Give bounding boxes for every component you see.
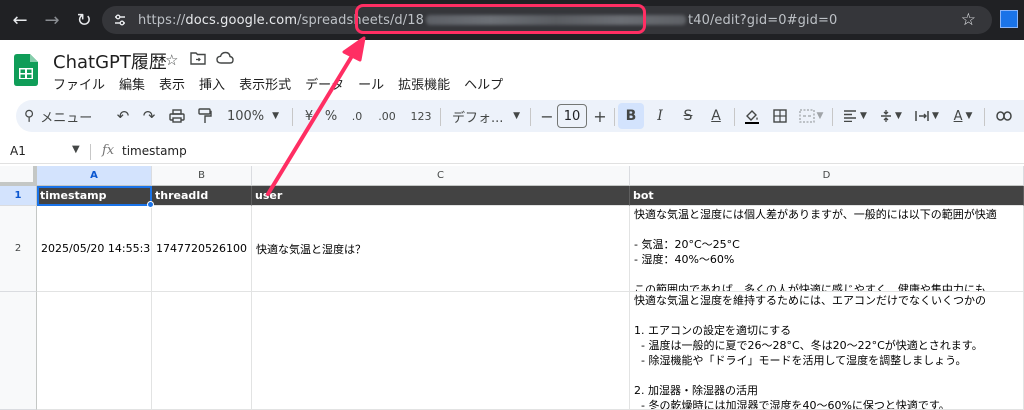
print-icon[interactable] [166, 100, 188, 132]
active-cell-outline [37, 186, 152, 206]
borders-icon[interactable] [768, 100, 792, 132]
bookmark-star-icon[interactable]: ☆ [961, 10, 976, 30]
text-wrapping-icon[interactable]: ▼ [910, 100, 944, 132]
text-rotation-icon[interactable]: A ▼ [946, 100, 980, 132]
text-color-button[interactable]: A [704, 100, 728, 132]
toolbar-divider [614, 108, 615, 126]
cell-a2[interactable]: 2025/05/20 14:55:39 [37, 206, 152, 292]
menu-search[interactable]: ⚲ メニュー [24, 100, 108, 132]
font-value: デフォ... [452, 110, 504, 126]
cell-c3[interactable] [252, 292, 630, 410]
chevron-down-icon: ▼ [272, 111, 280, 121]
cell-d2[interactable]: 快適な気温と湿度には個人差がありますが、一般的には以下の範囲が快適 - 気温：2… [630, 206, 1024, 292]
cell-d3[interactable]: 快適な気温と湿度を維持するためには、エアコンだけでなくいくつかの 1. エアコン… [630, 292, 1024, 410]
forward-icon[interactable]: → [40, 8, 64, 32]
url-host: docs.google.com [185, 12, 298, 28]
name-box[interactable]: A1 [10, 144, 26, 158]
cell-a3[interactable] [37, 292, 152, 410]
toolbar-divider [734, 108, 735, 126]
extension-icon[interactable] [1000, 10, 1018, 28]
formula-input[interactable]: timestamp [122, 144, 187, 158]
row-header-2[interactable]: 2 [0, 206, 37, 292]
column-header-c[interactable]: C [252, 166, 630, 186]
cell-d1[interactable]: bot [630, 186, 1024, 206]
annotation-highlight-box [355, 4, 646, 34]
toolbar-divider [292, 108, 293, 126]
star-icon[interactable]: ☆ [165, 51, 178, 69]
reload-icon[interactable]: ↻ [72, 8, 96, 32]
select-all-corner[interactable] [0, 166, 37, 186]
url-suffix: t40/edit?gid=0#gid=0 [688, 12, 838, 28]
currency-format-button[interactable]: ¥ [300, 100, 318, 132]
fill-handle[interactable] [147, 201, 154, 208]
chevron-down-icon: ▼ [513, 111, 520, 121]
back-icon[interactable]: ← [8, 8, 32, 32]
row-header-3[interactable] [0, 292, 37, 410]
cell-b3[interactable] [152, 292, 252, 410]
italic-button[interactable]: I [648, 100, 672, 132]
formula-bar: A1 ▼ fx timestamp [0, 140, 1024, 164]
menu-search-label: メニュー [40, 110, 93, 126]
zoom-select[interactable]: 100% ▼ [222, 100, 284, 132]
column-header-d[interactable]: D [630, 166, 1024, 186]
redo-icon[interactable]: ↷ [138, 100, 160, 132]
site-info-icon[interactable] [110, 10, 130, 30]
document-title[interactable]: ChatGPT履歴 [53, 48, 167, 74]
row-header-1[interactable]: 1 [0, 186, 37, 206]
cell-b1[interactable]: threadId [152, 186, 252, 206]
menu-file[interactable]: ファイル [53, 74, 105, 94]
menu-data[interactable]: データ [305, 74, 344, 94]
menu-bar: ファイル 編集 表示 挿入 表示形式 データ ール 拡張機能 ヘルプ [53, 74, 517, 94]
cloud-status-icon[interactable] [216, 51, 234, 69]
search-icon: ⚲ [24, 108, 35, 124]
chevron-down-icon[interactable]: ▼ [72, 144, 80, 155]
toolbar-divider [440, 108, 441, 126]
fx-icon: fx [102, 143, 115, 158]
vertical-align-icon[interactable]: ▼ [874, 100, 908, 132]
menu-view[interactable]: 表示 [159, 74, 185, 94]
increase-font-size-icon[interactable]: + [591, 100, 609, 132]
menu-format[interactable]: 表示形式 [239, 74, 291, 94]
toolbar-divider [984, 108, 985, 126]
fill-color-icon[interactable] [740, 100, 764, 132]
number-format-button[interactable]: 123 [408, 100, 434, 132]
menu-tools[interactable]: ール [358, 74, 384, 94]
url-prefix: https:// [138, 12, 186, 28]
insert-link-icon[interactable] [992, 100, 1016, 132]
formatting-toolbar: ⚲ メニュー ↶ ↷ 100% ▼ ¥ % .0 .00 123 デフォ... … [16, 100, 1024, 132]
zoom-value: 100% [226, 108, 265, 124]
increase-decimal-button[interactable]: .00 [374, 100, 400, 132]
toolbar-divider [832, 108, 833, 126]
cell-c1[interactable]: user [252, 186, 630, 206]
strikethrough-button[interactable]: S [676, 100, 700, 132]
move-folder-icon[interactable] [190, 51, 206, 69]
cell-b2[interactable]: 1747720526100 [152, 206, 252, 292]
font-select[interactable]: デフォ... ▼ [448, 100, 524, 132]
menu-extensions[interactable]: 拡張機能 [398, 74, 450, 94]
sheets-logo-icon[interactable] [14, 54, 38, 86]
spreadsheet-grid: A B C D 1 2 timestamp threadId user bot … [0, 166, 1024, 410]
column-header-b[interactable]: B [152, 166, 252, 186]
menu-help[interactable]: ヘルプ [464, 74, 503, 94]
column-header-a[interactable]: A [37, 166, 152, 186]
bold-button[interactable]: B [618, 103, 644, 129]
font-size-input[interactable]: 10 [557, 104, 587, 128]
horizontal-align-icon[interactable]: ▼ [838, 100, 872, 132]
paint-format-icon[interactable] [194, 100, 216, 132]
toolbar-divider [530, 108, 531, 126]
formula-divider [90, 144, 91, 160]
decrease-font-size-icon[interactable]: − [538, 100, 556, 132]
percent-format-button[interactable]: % [322, 100, 340, 132]
merge-cells-icon[interactable]: ▼ [796, 100, 826, 132]
cell-c2[interactable]: 快適な気温と湿度は？ [252, 206, 630, 292]
decrease-decimal-button[interactable]: .0 [346, 100, 368, 132]
undo-icon[interactable]: ↶ [112, 100, 134, 132]
menu-edit[interactable]: 編集 [119, 74, 145, 94]
menu-insert[interactable]: 挿入 [199, 74, 225, 94]
